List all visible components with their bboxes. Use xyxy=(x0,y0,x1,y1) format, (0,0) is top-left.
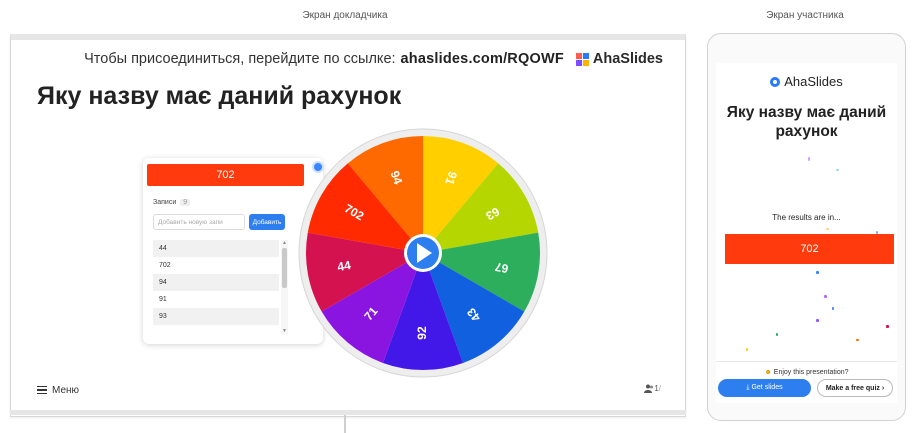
participant-result-banner: 702 xyxy=(725,234,894,264)
make-free-quiz-button[interactable]: Make a free quiz › xyxy=(817,379,893,397)
enjoy-prompt: ☻ Enjoy this presentation? xyxy=(716,369,897,376)
wheel-slice-label: 44 xyxy=(336,258,352,274)
ahaslides-logo-icon xyxy=(575,52,589,66)
add-entry-button[interactable]: Добавить xyxy=(249,214,285,230)
confetti xyxy=(746,348,748,351)
audience-total: / xyxy=(658,384,661,393)
join-url[interactable]: ahaslides.com/RQOWF xyxy=(401,51,564,67)
spinner-wheel[interactable]: 94 91636743927144702 xyxy=(298,128,548,378)
enjoy-text: Enjoy this presentation? xyxy=(773,369,849,376)
screen-stand xyxy=(344,415,346,433)
entries-count-badge: 9 xyxy=(180,199,191,206)
participant-screen-caption: Экран участника xyxy=(766,10,844,21)
slide-title: Яку назву має даний рахунок xyxy=(37,82,402,110)
participant-brand: AhaSlides xyxy=(716,74,897,89)
new-entry-input[interactable] xyxy=(153,214,245,230)
list-item[interactable] xyxy=(153,325,279,334)
result-banner: 702 xyxy=(147,164,304,186)
footer-divider xyxy=(716,361,897,362)
results-caption: The results are in... xyxy=(772,213,841,222)
confetti xyxy=(836,169,839,171)
entries-panel: 702 Записи9 Добавить 44 702 94 91 93 ▲ ▼ xyxy=(143,158,323,344)
join-instruction: Чтобы присоединиться, перейдите по ссылк… xyxy=(84,51,396,67)
confetti xyxy=(826,228,829,230)
ahaslides-logo-icon xyxy=(770,77,781,87)
entries-heading: Записи 9 xyxy=(153,199,191,206)
entries-label: Записи xyxy=(153,199,177,206)
list-item[interactable]: 702 xyxy=(153,257,279,274)
confetti xyxy=(808,157,810,161)
participant-phone: AhaSlides Яку назву має даний рахунок Th… xyxy=(707,33,906,421)
list-item[interactable]: 44 xyxy=(153,240,279,257)
wheel-slice-label: 67 xyxy=(494,260,510,276)
confetti xyxy=(824,295,827,298)
confetti xyxy=(816,319,819,322)
participant-question-title: Яку назву має даний рахунок xyxy=(726,104,887,140)
participant-brand-name: AhaSlides xyxy=(784,74,843,89)
audience-counter: 1/ xyxy=(644,384,661,393)
heart-eyes-emoji-icon: ☻ xyxy=(764,369,772,376)
get-slides-label: Get slides xyxy=(751,384,783,391)
wheel-slice-label: 92 xyxy=(415,326,429,340)
screen-base xyxy=(10,410,686,415)
presenter-screen: Чтобы присоединиться, перейдите по ссылк… xyxy=(10,34,686,417)
confetti xyxy=(816,271,819,274)
menu-button[interactable]: Меню xyxy=(37,384,79,396)
menu-label[interactable]: Меню xyxy=(52,385,79,396)
participant-screen: AhaSlides Яку назву має даний рахунок Th… xyxy=(716,63,897,403)
list-item[interactable]: 94 xyxy=(153,274,279,291)
scrollbar-thumb[interactable] xyxy=(282,248,287,288)
scroll-up-icon[interactable]: ▲ xyxy=(281,240,288,246)
confetti xyxy=(856,339,859,341)
entries-list: 44 702 94 91 93 xyxy=(153,240,279,334)
confetti xyxy=(886,325,889,328)
join-bar: Чтобы присоединиться, перейдите по ссылк… xyxy=(84,51,663,67)
entries-scrollbar[interactable]: ▲ ▼ xyxy=(281,240,288,334)
download-icon: ⤓ xyxy=(746,384,750,391)
wheel-pointer-icon xyxy=(312,161,324,173)
users-icon xyxy=(644,384,654,393)
confetti xyxy=(832,307,834,310)
get-slides-button[interactable]: ⤓ Get slides xyxy=(718,379,811,397)
confetti xyxy=(776,333,778,336)
brand-name: AhaSlides xyxy=(592,51,663,67)
list-item[interactable]: 91 xyxy=(153,291,279,308)
scroll-down-icon[interactable]: ▼ xyxy=(281,328,288,334)
list-item[interactable]: 93 xyxy=(153,308,279,325)
presenter-screen-caption: Экран докладчика xyxy=(302,10,388,21)
hamburger-icon[interactable] xyxy=(37,384,47,396)
